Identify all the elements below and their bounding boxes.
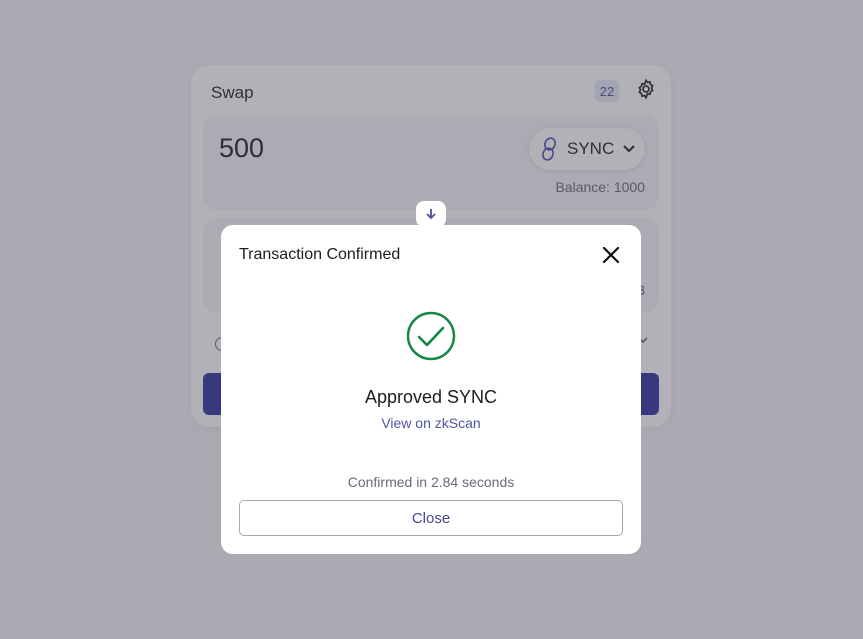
confirmation-time: Confirmed in 2.84 seconds: [347, 474, 515, 490]
switch-direction-button[interactable]: [416, 201, 446, 227]
transaction-confirmed-modal: Transaction Confirmed Approved SYNC View…: [221, 225, 641, 554]
status-message: Approved SYNC: [364, 387, 498, 407]
check-circle-icon: [406, 311, 456, 361]
close-icon[interactable]: [601, 245, 621, 265]
arrow-down-icon: [426, 209, 436, 220]
modal-title: Transaction Confirmed: [239, 246, 401, 263]
view-on-zkscan-link[interactable]: View on zkScan: [221, 415, 641, 431]
close-button[interactable]: Close: [239, 500, 623, 536]
